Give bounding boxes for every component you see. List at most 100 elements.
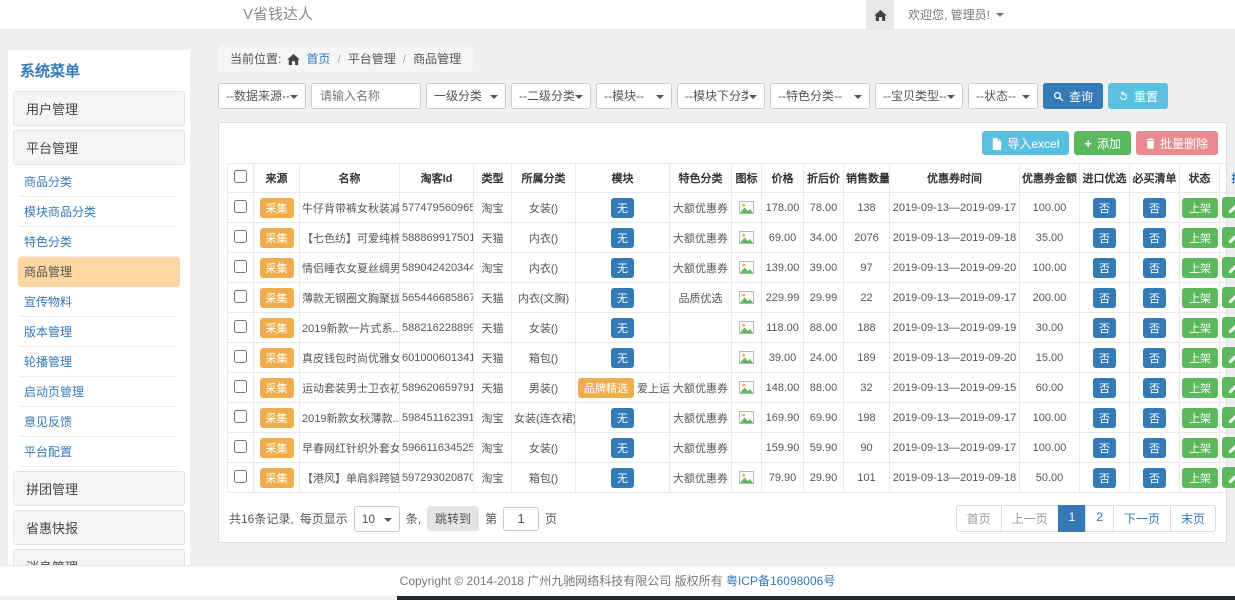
row-checkbox[interactable] — [234, 290, 247, 303]
must-buy-toggle[interactable]: 否 — [1143, 258, 1166, 278]
filter-select-module_sub[interactable]: --模块下分类-- — [677, 83, 765, 109]
sidebar-item[interactable]: 模块商品分类 — [18, 197, 180, 227]
batch-delete-button[interactable]: 批量删除 — [1136, 131, 1218, 155]
edit-button[interactable] — [1222, 317, 1235, 338]
edit-button[interactable] — [1222, 347, 1235, 368]
breadcrumb-home-link[interactable]: 首页 — [306, 50, 330, 67]
row-checkbox[interactable] — [234, 350, 247, 363]
sidebar-group[interactable]: 平台管理 — [13, 130, 185, 165]
import-excel-button[interactable]: 导入excel — [982, 131, 1069, 155]
jump-to-button[interactable]: 跳转到 — [427, 506, 479, 531]
filter-select-status-control[interactable]: --状态-- — [969, 84, 1037, 108]
row-checkbox[interactable] — [234, 470, 247, 483]
import-select-toggle[interactable]: 否 — [1093, 228, 1116, 248]
must-buy-toggle[interactable]: 否 — [1143, 288, 1166, 308]
status-button[interactable]: 上架 — [1182, 378, 1218, 398]
sidebar-item[interactable]: 宣传物料 — [18, 287, 180, 317]
must-buy-toggle[interactable]: 否 — [1143, 438, 1166, 458]
per-page-select-control[interactable]: 10 — [355, 507, 399, 531]
edit-button[interactable] — [1222, 407, 1235, 428]
import-select-toggle[interactable]: 否 — [1093, 438, 1116, 458]
edit-button[interactable] — [1222, 287, 1235, 308]
filter-select-data_source-control[interactable]: --数据来源-- — [219, 84, 305, 108]
must-buy-toggle[interactable]: 否 — [1143, 348, 1166, 368]
must-buy-toggle[interactable]: 否 — [1143, 468, 1166, 488]
filter-select-module_sub-control[interactable]: --模块下分类-- — [678, 84, 764, 108]
edit-button[interactable] — [1222, 227, 1235, 248]
add-button[interactable]: + 添加 — [1074, 131, 1131, 155]
pagination-last[interactable]: 末页 — [1170, 505, 1216, 532]
pagination-first[interactable]: 首页 — [956, 505, 1002, 532]
must-buy-toggle[interactable]: 否 — [1143, 228, 1166, 248]
must-buy-toggle[interactable]: 否 — [1143, 198, 1166, 218]
must-buy-toggle[interactable]: 否 — [1143, 408, 1166, 428]
status-button[interactable]: 上架 — [1182, 258, 1218, 278]
import-select-toggle[interactable]: 否 — [1093, 468, 1116, 488]
edit-button[interactable] — [1222, 467, 1235, 488]
sidebar-item[interactable]: 商品管理 — [18, 257, 180, 287]
sidebar-group[interactable]: 用户管理 — [13, 91, 185, 126]
status-button[interactable]: 上架 — [1182, 198, 1218, 218]
home-shortcut-button[interactable] — [866, 0, 894, 29]
user-menu[interactable]: 欢迎您, 管理员! — [908, 6, 1004, 23]
status-button[interactable]: 上架 — [1182, 468, 1218, 488]
filter-select-data_source[interactable]: --数据来源-- — [218, 83, 306, 109]
page-number-input[interactable] — [503, 507, 539, 531]
sidebar-item[interactable]: 意见反馈 — [18, 407, 180, 437]
sidebar-item[interactable]: 平台配置 — [18, 437, 180, 467]
row-checkbox[interactable] — [234, 260, 247, 273]
pagination-page-1[interactable]: 1 — [1058, 505, 1087, 532]
import-select-toggle[interactable]: 否 — [1093, 198, 1116, 218]
filter-select-level2-control[interactable]: --二级分类-- — [512, 84, 590, 108]
row-checkbox[interactable] — [234, 380, 247, 393]
row-checkbox[interactable] — [234, 230, 247, 243]
select-all-checkbox[interactable] — [234, 170, 247, 183]
row-checkbox[interactable] — [234, 200, 247, 213]
search-button[interactable]: 查询 — [1043, 83, 1103, 109]
sidebar-group[interactable]: 拼团管理 — [13, 471, 185, 506]
sidebar-item[interactable]: 版本管理 — [18, 317, 180, 347]
filter-select-level1[interactable]: 一级分类 — [426, 83, 506, 109]
import-select-toggle[interactable]: 否 — [1093, 348, 1116, 368]
filter-select-feature-control[interactable]: --特色分类-- — [771, 84, 869, 108]
reset-button[interactable]: 重置 — [1108, 83, 1168, 109]
sidebar-group[interactable]: 消息管理 — [13, 549, 185, 565]
filter-select-module-control[interactable]: --模块-- — [597, 84, 671, 108]
must-buy-toggle[interactable]: 否 — [1143, 318, 1166, 338]
sidebar-item[interactable]: 商品分类 — [18, 167, 180, 197]
pagination-next[interactable]: 下一页 — [1113, 505, 1171, 532]
icp-link[interactable]: 粤ICP备16098006号 — [726, 574, 835, 588]
status-button[interactable]: 上架 — [1182, 438, 1218, 458]
status-button[interactable]: 上架 — [1182, 228, 1218, 248]
status-button[interactable]: 上架 — [1182, 318, 1218, 338]
name-search-input[interactable] — [311, 83, 421, 109]
edit-button[interactable] — [1222, 437, 1235, 458]
pagination-prev[interactable]: 上一页 — [1001, 505, 1059, 532]
per-page-select[interactable]: 10 — [354, 506, 400, 532]
filter-select-level1-control[interactable]: 一级分类 — [427, 84, 505, 108]
status-button[interactable]: 上架 — [1182, 348, 1218, 368]
edit-button[interactable] — [1222, 197, 1235, 218]
filter-select-status[interactable]: --状态-- — [968, 83, 1038, 109]
import-select-toggle[interactable]: 否 — [1093, 378, 1116, 398]
import-select-toggle[interactable]: 否 — [1093, 408, 1116, 428]
row-checkbox[interactable] — [234, 440, 247, 453]
filter-select-item_type[interactable]: --宝贝类型-- — [875, 83, 963, 109]
pagination-page-2[interactable]: 2 — [1085, 505, 1114, 532]
row-checkbox[interactable] — [234, 320, 247, 333]
row-checkbox[interactable] — [234, 410, 247, 423]
status-button[interactable]: 上架 — [1182, 288, 1218, 308]
edit-button[interactable] — [1222, 257, 1235, 278]
edit-button[interactable] — [1222, 377, 1235, 398]
sidebar-group[interactable]: 省惠快报 — [13, 510, 185, 545]
import-select-toggle[interactable]: 否 — [1093, 318, 1116, 338]
filter-select-item_type-control[interactable]: --宝贝类型-- — [876, 84, 962, 108]
filter-select-feature[interactable]: --特色分类-- — [770, 83, 870, 109]
sidebar-item[interactable]: 轮播管理 — [18, 347, 180, 377]
filter-select-module[interactable]: --模块-- — [596, 83, 672, 109]
must-buy-toggle[interactable]: 否 — [1143, 378, 1166, 398]
import-select-toggle[interactable]: 否 — [1093, 288, 1116, 308]
sidebar-item[interactable]: 特色分类 — [18, 227, 180, 257]
import-select-toggle[interactable]: 否 — [1093, 258, 1116, 278]
sidebar-item[interactable]: 启动页管理 — [18, 377, 180, 407]
